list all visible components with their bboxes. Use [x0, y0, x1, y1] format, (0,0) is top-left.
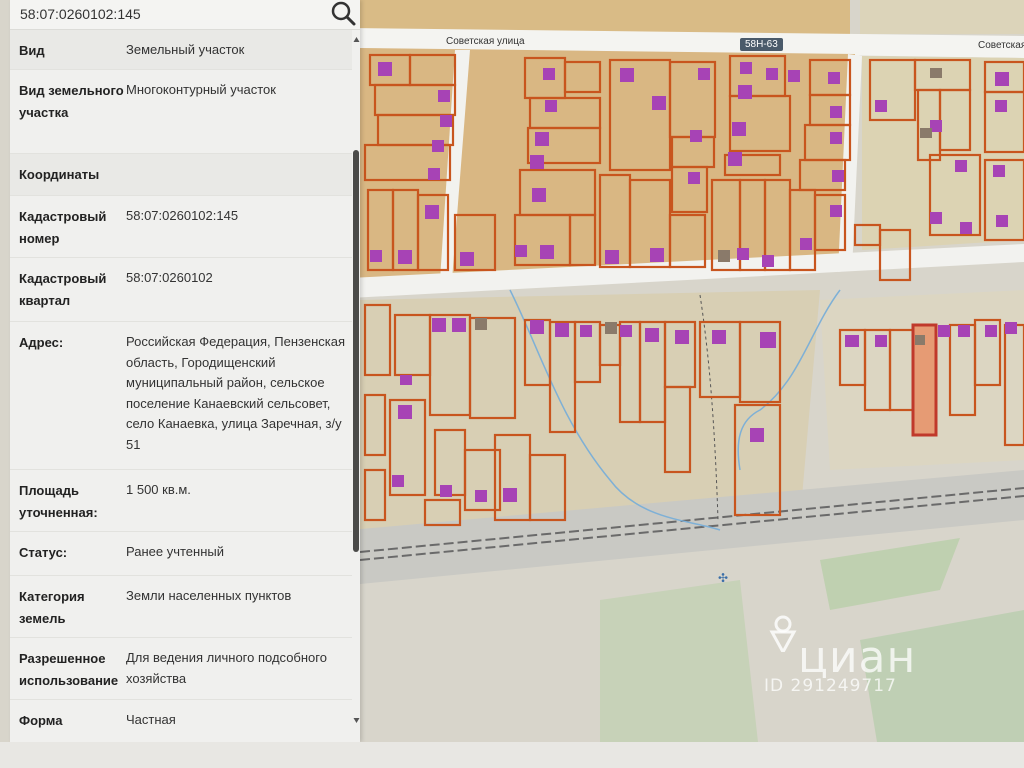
- map-marker-icon: ✣: [718, 571, 728, 585]
- info-value: Для ведения личного подсобного хозяйства: [126, 650, 327, 686]
- search-icon[interactable]: [328, 0, 358, 28]
- info-row-permitted-use: Разрешенное использование Для ведения ли…: [10, 638, 352, 700]
- info-value: 58:07:0260102:145: [126, 208, 239, 223]
- info-value: Российская Федерация, Пензенская область…: [126, 334, 346, 452]
- info-value: Частная: [126, 712, 176, 727]
- info-label: Вид: [19, 43, 45, 58]
- scroll-down-arrow-icon[interactable]: [353, 716, 360, 724]
- info-value: Земельный участок: [126, 42, 245, 57]
- info-row-type: Вид Земельный участок: [10, 30, 352, 70]
- info-label: Координаты: [19, 167, 100, 182]
- road-number-badge: 58Н-63: [740, 38, 783, 51]
- street-label-sovetskaya-right: Советская: [978, 40, 1024, 51]
- parcel-info-panel: Вид Земельный участок Вид земельного уча…: [10, 0, 360, 742]
- info-label: Вид земельного участка: [19, 83, 124, 120]
- info-label: Статус:: [19, 545, 68, 560]
- info-label: Адрес:: [19, 335, 64, 350]
- search-input[interactable]: [20, 4, 320, 24]
- info-row-address: Адрес: Российская Федерация, Пензенская …: [10, 322, 352, 470]
- info-label: Кадастровый номер: [19, 209, 107, 246]
- info-row-ownership: Форма Частная: [10, 700, 352, 742]
- info-label: Площадь уточненная:: [19, 483, 98, 520]
- info-row-parcel-kind: Вид земельного участка Многоконтурный уч…: [10, 70, 352, 154]
- info-label: Категория земель: [19, 589, 85, 626]
- search-bar: [10, 0, 360, 30]
- info-row-land-category: Категория земель Земли населенных пункто…: [10, 576, 352, 638]
- info-value: 1 500 кв.м.: [126, 482, 191, 497]
- info-row-status: Статус: Ранее учтенный: [10, 532, 352, 576]
- info-label: Форма: [19, 713, 63, 728]
- scrollbar[interactable]: [353, 30, 360, 742]
- listing-id: ID 291249717: [764, 676, 897, 696]
- scroll-up-arrow-icon[interactable]: [353, 36, 360, 44]
- parcel-block-top-right: [860, 0, 1024, 34]
- info-row-cadastral-quarter: Кадастровый квартал 58:07:0260102: [10, 258, 352, 322]
- info-value: Земли населенных пунктов: [126, 588, 292, 603]
- green-area: [600, 580, 760, 760]
- info-row-cadastral-number: Кадастровый номер 58:07:0260102:145: [10, 196, 352, 258]
- info-value: Многоконтурный участок: [126, 82, 276, 97]
- parcel-block-top: [360, 0, 850, 34]
- info-row-coordinates[interactable]: Координаты: [10, 154, 352, 196]
- cian-logo-icon: [769, 615, 797, 652]
- info-value: 58:07:0260102: [126, 270, 213, 285]
- info-value: Ранее учтенный: [126, 544, 224, 559]
- street-label-sovetskaya: Советская улица: [446, 36, 525, 47]
- info-label: Кадастровый квартал: [19, 271, 107, 308]
- info-label: Разрешенное использование: [19, 651, 119, 688]
- cian-watermark: циан ID 291249717: [760, 612, 980, 702]
- info-row-area: Площадь уточненная: 1 500 кв.м.: [10, 470, 352, 532]
- screen-bottom-bar: [0, 742, 1024, 768]
- scrollbar-thumb[interactable]: [353, 150, 359, 552]
